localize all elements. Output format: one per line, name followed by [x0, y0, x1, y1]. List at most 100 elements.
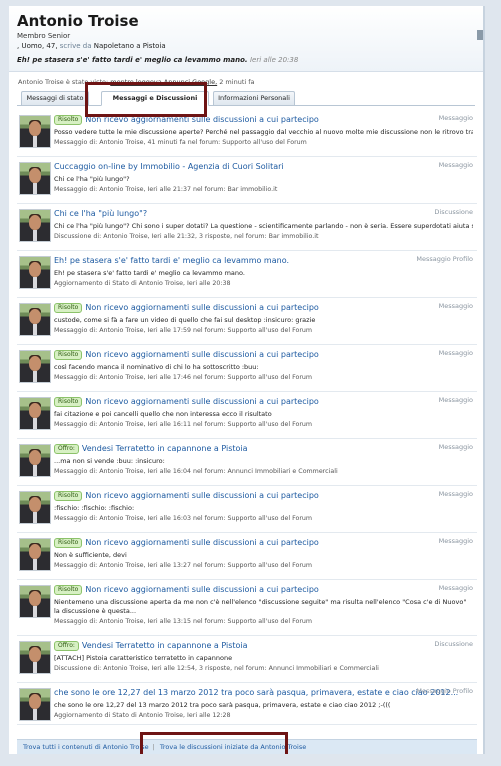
- user-info-from: scrive da: [59, 42, 92, 50]
- item-title-row: Chi ce l'ha "più lungo"?: [54, 208, 473, 219]
- item-snippet: Nientemeno una discussione aperta da me …: [54, 598, 467, 615]
- item-title-row: Risolto Non ricevo aggiornamenti sulle di…: [54, 490, 473, 501]
- item-content: Risolto Non ricevo aggiornamenti sulle di…: [54, 396, 473, 429]
- avatar[interactable]: [19, 209, 51, 242]
- item-title-link[interactable]: Non ricevo aggiornamenti sulle discussio…: [85, 397, 318, 406]
- avatar[interactable]: [19, 162, 51, 195]
- item-type: Messaggio: [438, 396, 473, 404]
- avatar[interactable]: [19, 303, 51, 336]
- item-meta: Messaggio di: Antonio Troise, Ieri alle …: [54, 618, 313, 625]
- item-snippet: :fischio: :fischio: :fischio:: [54, 504, 135, 512]
- scrollbar-thumb[interactable]: [477, 30, 483, 40]
- list-item: Offro: Vendesi Terratetto in capannone a …: [17, 439, 477, 486]
- item-meta: Discussione di: Antonio Troise, Ieri all…: [54, 233, 319, 240]
- item-title-link[interactable]: Cuccaggio on-line by Immobilio - Agenzia…: [54, 162, 284, 171]
- item-snippet: ...ma non si vende :buu: :insicuro:: [54, 457, 165, 465]
- item-title-row: Risolto Non ricevo aggiornamenti sulle di…: [54, 537, 473, 548]
- avatar[interactable]: [19, 491, 51, 524]
- find-all-content-link[interactable]: Trova tutti i contenuti di Antonio Trois…: [23, 743, 149, 751]
- item-title-row: Risolto Non ricevo aggiornamenti sulle di…: [54, 396, 473, 407]
- item-snippet: [ATTACH] Pistoia caratteristico terratet…: [54, 654, 233, 662]
- item-title-link[interactable]: Non ricevo aggiornamenti sulle discussio…: [85, 538, 318, 547]
- item-snippet: custode, come si fà a fare un video di q…: [54, 316, 316, 324]
- item-snippet: Non è sufficiente, devi: [54, 551, 127, 559]
- item-content: Cuccaggio on-line by Immobilio - Agenzia…: [54, 161, 473, 194]
- prefix-badge: Offro:: [54, 641, 79, 651]
- item-title-link[interactable]: Vendesi Terratetto in capannone a Pistoi…: [82, 641, 248, 650]
- item-meta: Aggiornamento di Stato di Antonio Troise…: [54, 712, 231, 719]
- item-type: Messaggio: [438, 349, 473, 357]
- prefix-badge: Risolto: [54, 350, 83, 360]
- avatar[interactable]: [19, 538, 51, 571]
- highlight-box-footer: [140, 732, 288, 754]
- list-item: che sono le ore 12,27 del 13 marzo 2012 …: [17, 683, 477, 725]
- last-seen: Antonio Troise è stato visto: mentre leg…: [9, 72, 483, 86]
- avatar[interactable]: [19, 585, 51, 618]
- item-type: Messaggio: [438, 161, 473, 169]
- item-content: Offro: Vendesi Terratetto in capannone a …: [54, 443, 473, 476]
- item-title-row: Risolto Non ricevo aggiornamenti sulle di…: [54, 302, 473, 313]
- avatar[interactable]: [19, 444, 51, 477]
- item-type: Discussione: [434, 640, 473, 648]
- list-item: Risolto Non ricevo aggiornamenti sulle di…: [17, 345, 477, 392]
- item-title-row: Risolto Non ricevo aggiornamenti sulle di…: [54, 349, 473, 360]
- item-snippet: Eh! pe stasera s'e' fatto tardi e' megli…: [54, 269, 245, 277]
- item-title-link[interactable]: Non ricevo aggiornamenti sulle discussio…: [85, 491, 318, 500]
- item-title-link[interactable]: Eh! pe stasera s'e' fatto tardi e' megli…: [54, 256, 289, 265]
- item-title-link[interactable]: che sono le ore 12,27 del 13 marzo 2012 …: [54, 688, 458, 697]
- item-title-link[interactable]: Non ricevo aggiornamenti sulle discussio…: [85, 303, 318, 312]
- avatar[interactable]: [19, 641, 51, 674]
- item-title-row: Eh! pe stasera s'e' fatto tardi e' megli…: [54, 255, 473, 266]
- item-snippet: Posso vedere tutte le mie discussione ap…: [54, 128, 473, 136]
- list-item: Risolto Non ricevo aggiornamenti sulle di…: [17, 533, 477, 580]
- item-title-row: Offro: Vendesi Terratetto in capannone a …: [54, 443, 473, 454]
- item-title-row: Offro: Vendesi Terratetto in capannone a …: [54, 640, 473, 651]
- prefix-badge: Risolto: [54, 397, 83, 407]
- item-content: Risolto Non ricevo aggiornamenti sulle di…: [54, 537, 473, 570]
- item-meta: Messaggio di: Antonio Troise, Ieri alle …: [54, 186, 278, 193]
- prefix-badge: Risolto: [54, 303, 83, 313]
- list-item: Risolto Non ricevo aggiornamenti sulle di…: [17, 580, 477, 636]
- item-type: Messaggio: [438, 443, 473, 451]
- item-title-row: Cuccaggio on-line by Immobilio - Agenzia…: [54, 161, 473, 172]
- tab-informazioni-personali[interactable]: Informazioni Personali: [213, 91, 295, 106]
- item-title-link[interactable]: Vendesi Terratetto in capannone a Pistoi…: [82, 444, 248, 453]
- item-type: Discussione: [434, 208, 473, 216]
- list-item: Chi ce l'ha "più lungo"? Chi ce l'ha "più…: [17, 204, 477, 251]
- item-content: Offro: Vendesi Terratetto in capannone a …: [54, 640, 473, 673]
- item-type: Messaggio: [438, 584, 473, 592]
- list-item: Risolto Non ricevo aggiornamenti sulle di…: [17, 486, 477, 533]
- item-meta: Messaggio di: Antonio Troise, Ieri alle …: [54, 562, 313, 569]
- prefix-badge: Offro:: [54, 444, 79, 454]
- avatar[interactable]: [19, 256, 51, 289]
- item-title-link[interactable]: Non ricevo aggiornamenti sulle discussio…: [85, 585, 318, 594]
- list-item: Offro: Vendesi Terratetto in capannone a …: [17, 636, 477, 683]
- item-snippet: Chi ce l'ha "più lungo"?: [54, 175, 130, 183]
- item-snippet: che sono le ore 12,27 del 13 marzo 2012 …: [54, 701, 391, 709]
- tab-messaggi-di-stato[interactable]: Messaggi di stato: [21, 91, 89, 106]
- prefix-badge: Risolto: [54, 115, 83, 125]
- highlight-box-tab: [85, 82, 207, 117]
- avatar[interactable]: [19, 688, 51, 721]
- list-item: Risolto Non ricevo aggiornamenti sulle di…: [17, 392, 477, 439]
- item-type: Messaggio Profilo: [416, 255, 473, 263]
- avatar[interactable]: [19, 115, 51, 148]
- item-content: Risolto Non ricevo aggiornamenti sulle di…: [54, 349, 473, 382]
- item-title-row: che sono le ore 12,27 del 13 marzo 2012 …: [54, 687, 473, 698]
- item-snippet: fai citazione e poi cancelli quello che …: [54, 410, 272, 418]
- item-snippet: così facendo manca il nominativo di chi …: [54, 363, 259, 371]
- activity-list: Risolto Non ricevo aggiornamenti sulle di…: [17, 110, 477, 725]
- item-content: che sono le ore 12,27 del 13 marzo 2012 …: [54, 687, 473, 720]
- item-content: Chi ce l'ha "più lungo"? Chi ce l'ha "più…: [54, 208, 473, 241]
- item-content: Risolto Non ricevo aggiornamenti sulle di…: [54, 490, 473, 523]
- item-title-link[interactable]: Chi ce l'ha "più lungo"?: [54, 209, 147, 218]
- avatar[interactable]: [19, 350, 51, 383]
- user-status: Eh! pe stasera s'e' fatto tardi e' megli…: [17, 56, 475, 64]
- list-item: Risolto Non ricevo aggiornamenti sulle di…: [17, 298, 477, 345]
- item-content: Risolto Non ricevo aggiornamenti sulle di…: [54, 114, 473, 147]
- item-type: Messaggio: [438, 490, 473, 498]
- user-info-prefix: , Uomo, 47,: [17, 42, 58, 50]
- avatar[interactable]: [19, 397, 51, 430]
- item-title-link[interactable]: Non ricevo aggiornamenti sulle discussio…: [85, 350, 318, 359]
- item-type: Messaggio: [438, 537, 473, 545]
